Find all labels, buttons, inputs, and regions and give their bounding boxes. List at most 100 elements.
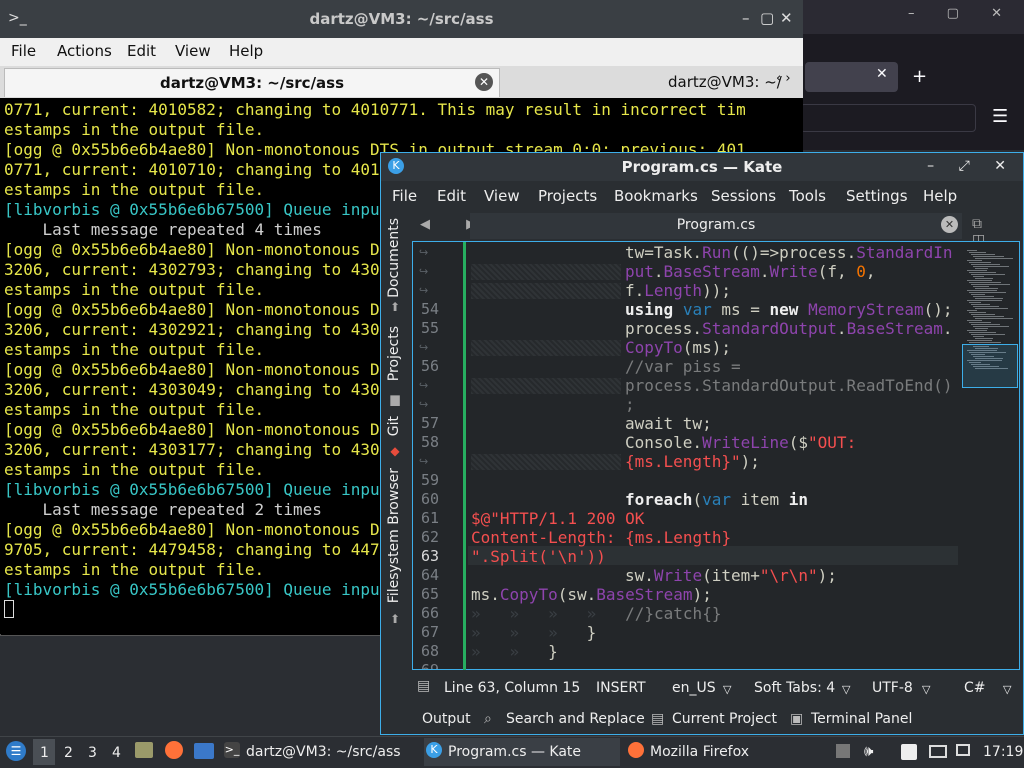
- toolview-current-project[interactable]: Current Project: [672, 711, 777, 727]
- tab-scroll-arrows[interactable]: ‹ ›: [776, 71, 791, 86]
- workspace-2[interactable]: 2: [64, 745, 73, 761]
- code-minimap[interactable]: [961, 242, 1019, 669]
- clipboard-icon[interactable]: [901, 744, 917, 760]
- chevron-down-icon: ▽: [723, 683, 732, 696]
- task-label: Program.cs — Kate: [448, 744, 582, 760]
- minimap-line: [973, 296, 994, 297]
- indentation-select[interactable]: Soft Tabs: 4: [754, 680, 835, 696]
- line-number: 67: [420, 623, 439, 641]
- kate-menu-projects[interactable]: Projects: [538, 187, 597, 205]
- kate-menu-bookmarks[interactable]: Bookmarks: [614, 187, 698, 205]
- notification-icon[interactable]: [956, 744, 970, 756]
- workspace-4[interactable]: 4: [112, 745, 121, 761]
- minimap-line: [969, 302, 981, 303]
- kate-menu-help[interactable]: Help: [923, 187, 957, 205]
- line-number: 69: [413, 661, 439, 669]
- close-button[interactable]: ✕: [780, 9, 793, 27]
- tab-program-cs[interactable]: Program.cs ✕: [470, 213, 962, 239]
- project-icon: ▤: [651, 711, 665, 727]
- maximize-button[interactable]: ▢: [760, 9, 774, 27]
- minimap-line: [971, 334, 1005, 335]
- firefox-window-controls[interactable]: – ▢ ✕: [908, 6, 1016, 21]
- indent-shading: [471, 454, 621, 470]
- minimap-line: [971, 284, 1010, 285]
- start-menu-icon[interactable]: ☰: [6, 741, 26, 761]
- kate-menu-settings[interactable]: Settings: [846, 187, 908, 205]
- wrap-marker-icon: ↪: [419, 246, 429, 259]
- terminal-line: estamps in the output file.: [4, 460, 265, 479]
- close-tab-icon[interactable]: ✕: [475, 73, 493, 91]
- firefox-new-tab-button[interactable]: +: [912, 66, 927, 87]
- terminal-tab-inactive[interactable]: dartz@VM3: ~/: [668, 73, 782, 91]
- terminal-tab-label: dartz@VM3: ~/src/ass: [159, 74, 345, 92]
- menu-view[interactable]: View: [175, 42, 211, 60]
- kate-menu-tools[interactable]: Tools: [789, 187, 826, 205]
- side-tab-filesystem-browser[interactable]: Filesystem Browser: [386, 468, 402, 603]
- code-line: » » » » //}catch{}: [471, 604, 722, 623]
- firefox-tab-close-icon[interactable]: ✕: [876, 66, 888, 82]
- minimize-button[interactable]: –: [742, 9, 750, 27]
- chevron-down-icon: ▽: [1003, 683, 1012, 696]
- clock[interactable]: 17:19: [983, 744, 1023, 760]
- task-firefox[interactable]: Mozilla Firefox: [626, 738, 822, 766]
- kate-menu-view[interactable]: View: [484, 187, 520, 205]
- code-line: ms.CopyTo(sw.BaseStream);: [471, 585, 712, 604]
- line-number: 61: [420, 509, 439, 527]
- firefox-launcher-icon[interactable]: [165, 741, 183, 759]
- toolview-terminal-panel[interactable]: Terminal Panel: [811, 711, 912, 727]
- kate-window-controls[interactable]: – ⤢ ✕: [927, 158, 1016, 174]
- code-line-current: ".Split('\n')): [471, 547, 606, 566]
- task-kate[interactable]: K Program.cs — Kate: [424, 738, 620, 766]
- encoding-select[interactable]: UTF-8: [872, 680, 913, 696]
- terminal-line: estamps in the output file.: [4, 560, 265, 579]
- syntax-select[interactable]: C#: [964, 680, 986, 696]
- side-tab-git[interactable]: Git: [386, 416, 402, 436]
- minimap-line: [967, 320, 982, 321]
- workspace-1[interactable]: 1: [40, 745, 49, 761]
- menu-file[interactable]: File: [11, 42, 36, 60]
- line-number: 66: [420, 604, 439, 622]
- side-tab-documents[interactable]: Documents: [386, 218, 402, 298]
- task-terminal[interactable]: >_ dartz@VM3: ~/src/ass: [222, 738, 418, 766]
- terminal-line: estamps in the output file.: [4, 400, 265, 419]
- terminal-line: 0771, current: 4010582; changing to 4010…: [4, 100, 746, 119]
- close-tab-icon[interactable]: ✕: [941, 216, 958, 233]
- cursor-position[interactable]: Line 63, Column 15: [444, 680, 580, 696]
- input-mode[interactable]: INSERT: [596, 680, 646, 696]
- minimap-line: [967, 310, 977, 311]
- minimap-line: [967, 270, 987, 271]
- menu-edit[interactable]: Edit: [127, 42, 156, 60]
- toolview-output[interactable]: Output: [422, 711, 471, 727]
- minimap-line: [969, 322, 991, 323]
- kate-menu-edit[interactable]: Edit: [437, 187, 466, 205]
- firefox-menu-icon[interactable]: ☰: [992, 106, 1008, 127]
- desktop-icon[interactable]: [194, 743, 214, 759]
- code-line: put.BaseStream.Write(f, 0,: [625, 262, 876, 281]
- terminal-icon: ⬆: [389, 612, 401, 626]
- wrap-marker-icon: ↪: [419, 284, 429, 297]
- minimap-line: [967, 290, 997, 291]
- minimap-viewport[interactable]: [962, 344, 1018, 388]
- workspace-3[interactable]: 3: [88, 745, 97, 761]
- side-tab-projects[interactable]: Projects: [386, 326, 402, 381]
- wrap-marker-icon: ↪: [419, 455, 429, 468]
- terminal-tab-active[interactable]: dartz@VM3: ~/src/ass ✕: [4, 68, 500, 97]
- network-icon[interactable]: [929, 745, 947, 758]
- kate-menu-sessions[interactable]: Sessions: [711, 187, 776, 205]
- file-manager-icon[interactable]: [135, 742, 153, 758]
- firefox-url-bar[interactable]: [800, 104, 976, 132]
- minimap-line: [973, 306, 999, 307]
- minimap-line: [969, 272, 996, 273]
- minimap-line: [967, 250, 977, 251]
- menu-actions[interactable]: Actions: [57, 42, 112, 60]
- menu-help[interactable]: Help: [229, 42, 263, 60]
- dictionary-select[interactable]: en_US: [672, 680, 716, 696]
- search-icon: ⌕: [484, 711, 492, 727]
- kate-menu-file[interactable]: File: [392, 187, 417, 205]
- line-number: 57: [420, 414, 439, 432]
- tray-app-icon[interactable]: [836, 744, 850, 758]
- volume-icon[interactable]: 🕪: [864, 742, 873, 760]
- document-icon: ▤: [417, 678, 431, 694]
- code-line: ;: [625, 395, 635, 414]
- toolview-search-replace[interactable]: Search and Replace: [506, 711, 645, 727]
